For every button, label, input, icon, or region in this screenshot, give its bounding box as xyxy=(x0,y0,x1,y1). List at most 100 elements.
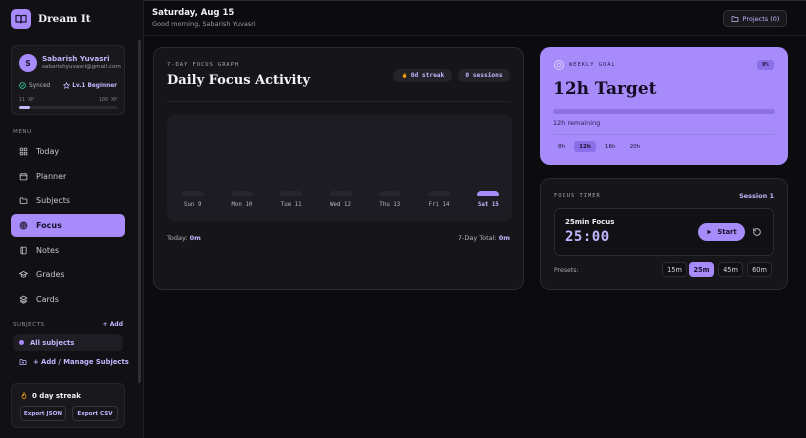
export-json-button[interactable]: Export JSON xyxy=(20,406,66,421)
preset-45m[interactable]: 45m xyxy=(718,262,743,277)
calendar-icon xyxy=(19,172,28,180)
chart-bar xyxy=(428,191,451,196)
week-total-label: 7-Day Total: xyxy=(457,234,497,242)
manage-subjects-label: + Add / Manage Subjects xyxy=(33,358,129,366)
preset-25m[interactable]: 25m xyxy=(689,262,714,277)
user-email: sabarishyuvasri@gmail.com xyxy=(42,64,121,70)
nav-item-grades[interactable]: Grades xyxy=(11,263,125,286)
goal-options: 8h 12h 16h 20h xyxy=(553,141,645,152)
streak-text: 0 day streak xyxy=(32,392,81,400)
nav-item-focus[interactable]: Focus xyxy=(11,214,125,238)
export-csv-button[interactable]: Export CSV xyxy=(72,406,118,421)
focus-bar-chart: Sun 9 Mon 10 Tue 11 Wed 12 Thu 13 Fri 14 Sat 1… xyxy=(167,114,512,222)
today-value: 0m xyxy=(189,234,201,242)
nav-item-label: Grades xyxy=(36,270,65,280)
grid-icon xyxy=(19,147,28,156)
brand[interactable]: Dream It xyxy=(11,9,91,29)
play-icon xyxy=(707,229,712,235)
chart-bar xyxy=(280,191,303,196)
nav-item-label: Today xyxy=(36,147,60,156)
all-subjects-filter[interactable]: All subjects xyxy=(13,334,123,351)
start-button[interactable]: Start xyxy=(698,223,745,241)
nav-item-subjects[interactable]: Subjects xyxy=(11,189,125,212)
focus-timer-card: FOCUS TIMER Session 1 25min Focus 25:00 … xyxy=(540,178,788,290)
manage-subjects-button[interactable]: + Add / Manage Subjects xyxy=(19,358,129,366)
level-badge: Lv.1 Beginner xyxy=(63,82,117,89)
sessions-pill: 0 sessions xyxy=(458,69,510,82)
week-total: 7-Day Total: 0m xyxy=(458,234,510,242)
layers-icon xyxy=(19,295,28,304)
nav-item-planner[interactable]: Planner xyxy=(11,165,125,188)
nav-item-cards[interactable]: Cards xyxy=(11,288,125,311)
folder-plus-icon xyxy=(19,359,27,366)
chart-bar xyxy=(230,191,253,196)
notebook-icon xyxy=(20,246,27,255)
graduation-cap-icon xyxy=(19,271,28,278)
today-total: Today: 0m xyxy=(167,234,201,242)
divider xyxy=(167,101,510,102)
projects-label: Projects (0) xyxy=(742,14,780,23)
timer-mode-name: 25min Focus xyxy=(565,218,615,226)
sidebar: Dream It S Sabarish Yuvasri sabarishyuva… xyxy=(0,0,144,438)
check-circle-icon xyxy=(19,82,26,89)
folder-icon xyxy=(19,197,28,205)
nav-item-notes[interactable]: Notes xyxy=(11,239,125,262)
flame-icon xyxy=(21,392,27,400)
flame-icon xyxy=(402,72,406,78)
chart-tick-label: Mon 10 xyxy=(231,202,253,208)
today-label: Today: xyxy=(167,234,188,242)
brand-name: Dream It xyxy=(38,13,91,25)
projects-button[interactable]: Projects (0) xyxy=(723,10,787,27)
nav-item-label: Cards xyxy=(36,295,59,305)
goal-option-12h[interactable]: 12h xyxy=(574,141,596,152)
all-subjects-label: All subjects xyxy=(30,338,75,347)
xp-progress-fill xyxy=(19,106,30,109)
xp-progress-bar xyxy=(19,106,117,109)
chart-bar xyxy=(477,191,500,196)
goal-option-8h[interactable]: 8h xyxy=(553,141,570,152)
goal-progress-bar xyxy=(553,109,775,114)
nav-item-label: Focus xyxy=(36,221,62,231)
chart-tick-label: Sun 9 xyxy=(183,202,202,208)
nav-item-today[interactable]: Today xyxy=(11,140,125,163)
streak-pill: 0d streak xyxy=(393,69,452,82)
goal-remaining: 12h remaining xyxy=(553,119,601,127)
top-header: Saturday, Aug 15 Good morning, Sabarish … xyxy=(144,0,806,36)
chart-bar xyxy=(378,191,401,196)
chart-tick-label: Fri 14 xyxy=(428,202,450,208)
user-name: Sabarish Yuvasri xyxy=(42,54,110,63)
timer-kicker: FOCUS TIMER xyxy=(554,193,601,199)
user-card[interactable]: S Sabarish Yuvasri sabarishyuvasri@gmail… xyxy=(11,45,125,115)
sync-status: Synced xyxy=(19,82,50,89)
chart-bar xyxy=(329,191,352,196)
sidebar-scrollbar[interactable] xyxy=(138,40,141,383)
timer-time: 25:00 xyxy=(565,229,610,245)
avatar: S xyxy=(19,54,37,72)
streak-label: 0 day streak xyxy=(20,392,81,400)
reset-icon[interactable] xyxy=(752,227,762,237)
book-icon xyxy=(11,9,31,29)
goal-option-16h[interactable]: 16h xyxy=(600,141,621,152)
streak-pill-label: 0d streak xyxy=(410,72,445,79)
timer-display: 25min Focus 25:00 Start xyxy=(554,208,774,256)
folder-icon xyxy=(731,15,738,22)
preset-60m[interactable]: 60m xyxy=(747,262,772,277)
target-icon xyxy=(19,221,28,230)
goal-title: 12h Target xyxy=(553,79,657,99)
add-subject-button[interactable]: + Add xyxy=(103,321,123,328)
menu-title: MENU xyxy=(13,129,32,135)
level-label: Lv.1 Beginner xyxy=(72,82,117,89)
chart-tick-label: Thu 13 xyxy=(379,202,401,208)
weekly-goal-card: WEEKLY GOAL 0% 12h Target 12h remaining … xyxy=(540,47,788,165)
chart-tick-label: Tue 11 xyxy=(280,202,302,208)
goal-kicker: WEEKLY GOAL xyxy=(569,62,616,68)
preset-15m[interactable]: 15m xyxy=(662,262,687,277)
graph-title: Daily Focus Activity xyxy=(167,73,311,88)
nav-item-label: Planner xyxy=(36,171,67,181)
goal-option-20h[interactable]: 20h xyxy=(625,141,646,152)
current-date: Saturday, Aug 15 xyxy=(152,8,235,18)
goal-percent-badge: 0% xyxy=(757,60,774,70)
nav-item-label: Subjects xyxy=(36,196,71,206)
subject-dot-icon xyxy=(19,340,24,345)
xp-current: 11 XP xyxy=(19,97,35,103)
